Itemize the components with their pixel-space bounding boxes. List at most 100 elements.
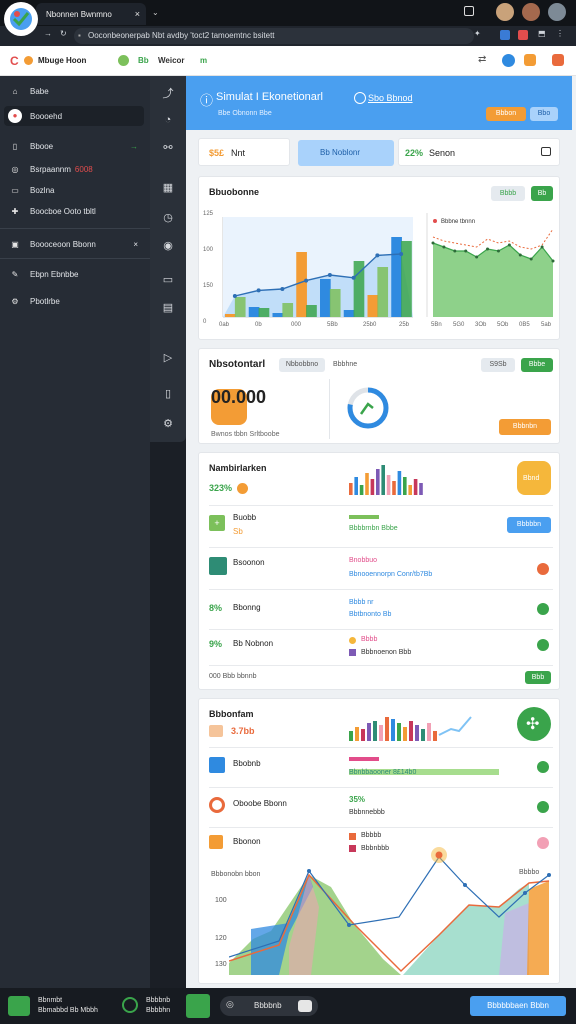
app-mark-icon: C <box>10 54 19 68</box>
profile-icon[interactable] <box>502 54 515 67</box>
taskbar-status-icon[interactable] <box>122 997 138 1013</box>
area-point <box>507 243 511 247</box>
bookmark-2[interactable]: Bb <box>138 56 149 65</box>
stat-card-1[interactable]: $5£ Nnt <box>198 138 290 166</box>
sidebar-item-folder[interactable]: ▭ Bozlna <box>8 180 146 200</box>
reload-icon[interactable]: ↻ <box>60 29 67 38</box>
metric-tag-2[interactable]: Bbbhne <box>333 361 357 368</box>
metric-tag-1[interactable]: Nbbobbno <box>279 358 325 372</box>
tab-list-chevron-icon[interactable]: ⌄ <box>152 8 159 17</box>
window-icon[interactable] <box>464 6 474 16</box>
app-grid-icon[interactable] <box>8 996 30 1016</box>
list-row[interactable]: 8% Bbonng Bbbb nr Bbtbnonto Bb <box>199 591 561 629</box>
lock-icon: ▪ <box>78 31 81 40</box>
rail-clock-icon[interactable]: ◔ <box>160 112 176 128</box>
area-chart: Bbbne tbnnn 5Bn 5G0 3Ob 5Ob 0B5 5ab <box>426 213 555 328</box>
x-tick-label: 5Ob <box>497 322 509 328</box>
rail-image-icon[interactable]: ▦ <box>160 180 176 196</box>
header-link[interactable]: Sbo Bbnod <box>368 93 413 103</box>
taskbar-cta-button[interactable]: Bbbbbbaen Bbbn <box>470 996 566 1016</box>
row-name: Bsoonon <box>233 558 265 567</box>
sidebar-item-tools[interactable]: ✎ Ebpn Ebnbbe <box>8 264 146 284</box>
rail-chart-icon[interactable]: ⤴ <box>160 86 176 102</box>
extension-icon-2[interactable] <box>518 30 528 40</box>
mini-bar <box>386 475 391 495</box>
row-status-icon[interactable] <box>537 603 549 615</box>
status-dot <box>24 56 33 65</box>
area-point <box>518 253 522 257</box>
metric-cta-button[interactable]: Bbbnbn <box>499 419 551 435</box>
rail-play-icon[interactable]: ▷ <box>160 350 176 366</box>
header-button-1[interactable]: Bbbon <box>486 107 526 121</box>
save-icon[interactable] <box>186 994 210 1018</box>
list-row[interactable]: Oboobe Bbonn 35% Bbbnnebbb <box>199 789 561 827</box>
sidebar-item-active[interactable]: ● Boooehd <box>4 106 144 126</box>
row-status-icon[interactable] <box>537 639 549 651</box>
stat-card-3[interactable]: 22% Senon <box>398 138 560 166</box>
sidebar-item-close[interactable]: × <box>133 240 138 249</box>
avatar-1[interactable] <box>496 3 514 21</box>
browser-tab[interactable]: Nbonnen Bwnmno × <box>36 3 146 25</box>
badge-tile[interactable]: Bbnd <box>517 461 551 495</box>
sidebar-item-network[interactable]: ⚙ Pbotlrbe <box>8 291 146 311</box>
rail-timer-icon[interactable]: ◷ <box>160 210 176 226</box>
sync-icon[interactable]: ⇄ <box>478 54 486 65</box>
row-action-button[interactable]: Bbbbbn <box>507 517 551 533</box>
rail-note-icon[interactable]: ▤ <box>160 300 176 316</box>
row-divider <box>209 787 553 788</box>
area-point <box>540 245 544 249</box>
stat-card-2[interactable]: Bb Noblonr <box>298 140 394 166</box>
notification-icon[interactable] <box>524 54 536 66</box>
overview-button-2[interactable]: Bb <box>531 186 553 201</box>
header-button-2[interactable]: Bbo <box>530 107 558 121</box>
site-name[interactable]: Mbuge Hoon <box>38 56 86 65</box>
rail-doc-icon[interactable]: ▯ <box>160 386 176 402</box>
metric-button-1[interactable]: S9Sb <box>481 358 515 372</box>
rail-gear-icon[interactable]: ⚙ <box>160 416 176 432</box>
sidebar-item-label: Ebpn Ebnbbe <box>30 269 79 279</box>
list-row[interactable]: 9% Bb Nobnon Bbbb Bbbnoenon Bbb <box>199 631 561 667</box>
rail-monitor-icon[interactable]: ▭ <box>160 272 176 288</box>
sidebar-item-home[interactable]: ⌂ Babe <box>8 81 146 101</box>
recycle-icon[interactable]: ✣ <box>517 707 551 741</box>
rail-share-icon[interactable]: ⚯ <box>160 140 176 156</box>
row-status-icon[interactable] <box>537 761 549 773</box>
sidebar-item-boxes[interactable]: ▣ Boooceoon Bbonn × <box>8 234 146 254</box>
menu-dots-icon[interactable]: ⋮ <box>556 29 564 38</box>
row-status-icon[interactable] <box>537 563 549 575</box>
avatar-2[interactable] <box>522 3 540 21</box>
list-row[interactable]: + Buobb Sb Bbbbrnbn Bbbe Bbbbbn <box>199 507 561 547</box>
row-info: Bbbbb <box>361 832 382 839</box>
line-point <box>232 294 237 298</box>
sidebar-item-plugins[interactable]: ✚ Boocboe Ooto tbltl <box>8 201 146 221</box>
sidebar-item-documents[interactable]: ▯ Bbooe → <box>8 136 146 156</box>
sidebar-item-settings[interactable]: ◎ Bsrpaannm 6008 <box>8 159 146 179</box>
list-row[interactable]: Bsoonon Bnobbuo Bbnooennorpn Conr/tb7Bb <box>199 549 561 589</box>
avatar-3[interactable] <box>548 3 566 21</box>
tag-icon <box>209 835 223 849</box>
row-name: Bbonng <box>233 603 261 612</box>
alert-icon[interactable] <box>552 54 564 66</box>
rail-globe-icon[interactable]: ◉ <box>160 238 176 254</box>
list-row[interactable]: Bbobnb Bbnbbaooner 8£14b0 <box>199 749 561 787</box>
url-field[interactable]: ▪ Ooconbeonerpab Nbt avdby 'toct2 tamoem… <box>74 28 474 44</box>
extensions-icon[interactable]: ⬒ <box>538 29 546 38</box>
footer-button[interactable]: Bbb <box>525 671 551 684</box>
row-status-icon[interactable] <box>537 801 549 813</box>
area-point <box>551 259 555 263</box>
taskbar-pill[interactable]: ◎ Bbbbnb <box>220 996 318 1016</box>
expand-icon[interactable] <box>541 147 551 156</box>
bookmark-3[interactable]: Weicor <box>158 56 185 65</box>
forward-icon[interactable]: → <box>44 29 52 38</box>
metric-button-2[interactable]: Bbbe <box>521 358 553 372</box>
overview-title: Bbuobonne <box>209 187 259 197</box>
tab-close-icon[interactable]: × <box>135 9 140 19</box>
bookmark-star-icon[interactable]: ✦ <box>474 29 481 38</box>
extension-icon-1[interactable] <box>500 30 510 40</box>
mini-bar <box>370 479 375 495</box>
bookmark-4[interactable]: m <box>200 56 207 65</box>
overview-button-1[interactable]: Bbbb <box>491 186 525 201</box>
list1-title: Nambirlarken <box>209 463 267 473</box>
pill-icon: ◎ <box>226 999 234 1009</box>
row-divider <box>209 547 553 548</box>
